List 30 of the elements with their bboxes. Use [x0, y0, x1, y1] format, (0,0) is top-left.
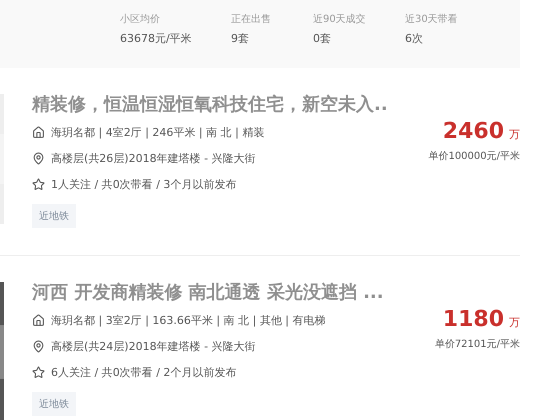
total-price: 1180	[442, 307, 504, 332]
location-icon	[32, 152, 45, 164]
stat-value: 63678元/平米	[120, 31, 192, 46]
stat-label: 近90天成交	[313, 12, 366, 26]
listing-tag: 近地铁	[32, 204, 76, 228]
listing-location: 高楼层(共24层)2018年建塔楼 - 兴隆大街	[51, 338, 256, 354]
listing-info: 海玥名都 | 3室2厅 | 163.66平米 | 南 北 | 其他 | 有电梯	[51, 312, 326, 328]
price-unit: 万	[509, 127, 520, 142]
listing-followers: 6人关注 / 共0次带看 / 2个月以前发布	[51, 364, 236, 380]
stat-label: 小区均价	[120, 12, 160, 26]
unit-price: 单价100000元/平米	[428, 150, 520, 163]
star-icon	[32, 366, 45, 378]
listing-location: 高楼层(共26层)2018年建塔楼 - 兴隆大街	[51, 150, 256, 166]
unit-price: 单价72101元/平米	[434, 338, 520, 351]
listing-title[interactable]: 河西 开发商精装修 南北通透 采光没遮挡 ...	[32, 279, 520, 307]
stat-label: 正在出售	[231, 12, 271, 26]
total-price: 2460	[442, 119, 504, 144]
listing-followers: 1人关注 / 共0次带看 / 3个月以前发布	[51, 176, 236, 192]
house-icon	[32, 314, 45, 326]
stat-value: 6次	[405, 31, 423, 46]
stat-value: 0套	[313, 31, 331, 46]
listing-tag: 近地铁	[32, 392, 76, 416]
listing-info: 海玥名都 | 4室2厅 | 246平米 | 南 北 | 精装	[51, 124, 264, 140]
price-unit: 万	[509, 315, 520, 330]
stat-label: 近30天带看	[405, 12, 458, 26]
stat-value: 9套	[231, 31, 249, 46]
house-icon	[32, 126, 45, 138]
star-icon	[32, 178, 45, 190]
listing-title[interactable]: 精装修，恒温恒湿恒氧科技住宅，新空未入..	[32, 91, 520, 119]
location-icon	[32, 340, 45, 352]
